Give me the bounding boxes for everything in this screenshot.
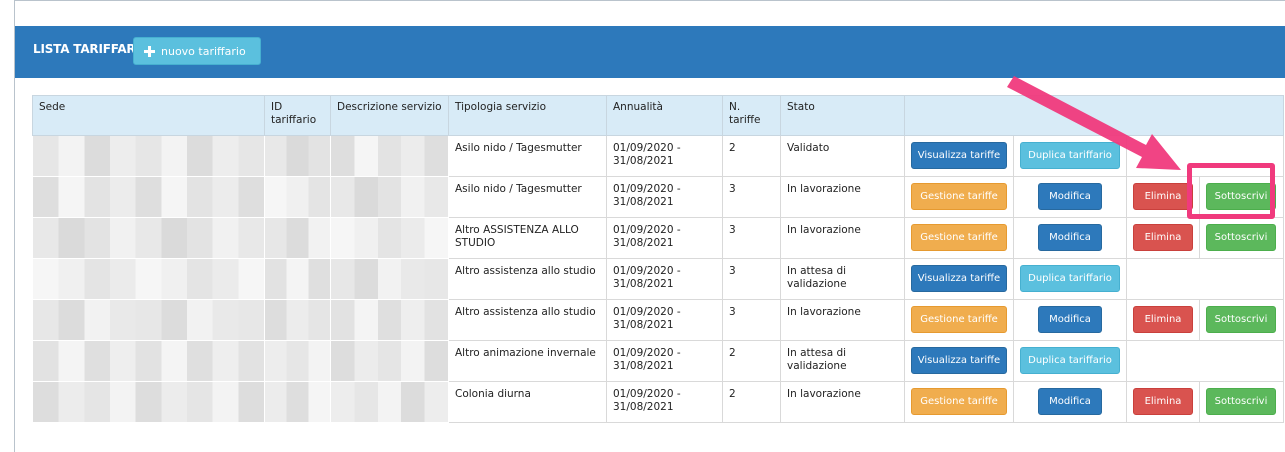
modifica-button[interactable]: Modifica [1038, 388, 1102, 415]
panel-header: LISTA TARIFFARI nuovo tariffario [15, 26, 1285, 78]
annualita-cell: 01/09/2020 - 31/08/2021 [606, 176, 723, 218]
elimina-button[interactable]: Elimina [1133, 306, 1193, 333]
visualizza-tariffe-button[interactable]: Visualizza tariffe [911, 265, 1007, 292]
sede-cell-redacted [32, 299, 265, 341]
n-tariffe-cell: 3 [722, 217, 781, 259]
stato-cell: In lavorazione [780, 176, 905, 218]
table-row: Asilo nido / Tagesmutter 01/09/2020 - 31/… [32, 135, 1284, 177]
tipologia-cell: Altro assistenza allo studio [448, 299, 607, 341]
table-row: Altro assistenza allo studio 01/09/2020 -… [32, 299, 1284, 341]
n-tariffe-cell: 2 [722, 340, 781, 382]
descrizione-cell-redacted [330, 217, 449, 259]
modifica-button[interactable]: Modifica [1038, 306, 1102, 333]
duplica-tariffario-button[interactable]: Duplica tariffario [1020, 347, 1120, 374]
tipologia-cell: Altro animazione invernale [448, 340, 607, 382]
descrizione-cell-redacted [330, 135, 449, 177]
modifica-button[interactable]: Modifica [1038, 224, 1102, 251]
sede-cell-redacted [32, 381, 265, 423]
stato-cell: In attesa di validazione [780, 258, 905, 300]
header-sede: Sede [32, 95, 265, 136]
panel-title: LISTA TARIFFARI [33, 42, 140, 56]
visualizza-tariffe-button[interactable]: Visualizza tariffe [911, 347, 1007, 374]
tipologia-cell: Colonia diurna [448, 381, 607, 423]
annualita-cell: 01/09/2020 - 31/08/2021 [606, 135, 723, 177]
header-descrizione: Descrizione servizio [330, 95, 449, 136]
header-id-tariffario: ID tariffario [264, 95, 331, 136]
n-tariffe-cell: 3 [722, 176, 781, 218]
annualita-cell: 01/09/2020 - 31/08/2021 [606, 340, 723, 382]
sede-cell-redacted [32, 340, 265, 382]
header-tipologia: Tipologia servizio [448, 95, 607, 136]
gestione-tariffe-button[interactable]: Gestione tariffe [911, 388, 1007, 415]
n-tariffe-cell: 2 [722, 135, 781, 177]
stato-cell: Validato [780, 135, 905, 177]
annualita-cell: 01/09/2020 - 31/08/2021 [606, 217, 723, 259]
annualita-cell: 01/09/2020 - 31/08/2021 [606, 258, 723, 300]
id-cell-redacted [264, 258, 331, 300]
duplica-tariffario-button[interactable]: Duplica tariffario [1020, 142, 1120, 169]
id-cell-redacted [264, 135, 331, 177]
sede-cell-redacted [32, 135, 265, 177]
empty-action-cell [1126, 340, 1284, 382]
gestione-tariffe-button[interactable]: Gestione tariffe [911, 183, 1007, 210]
annualita-cell: 01/09/2020 - 31/08/2021 [606, 381, 723, 423]
id-cell-redacted [264, 217, 331, 259]
n-tariffe-cell: 3 [722, 299, 781, 341]
header-n-tariffe: N. tariffe [722, 95, 781, 136]
modifica-button[interactable]: Modifica [1038, 183, 1102, 210]
table-row: Altro animazione invernale 01/09/2020 - 3… [32, 340, 1284, 382]
tipologia-cell: Altro ASSISTENZA ALLO STUDIO [448, 217, 607, 259]
visualizza-tariffe-button[interactable]: Visualizza tariffe [911, 142, 1007, 169]
new-tariff-label: nuovo tariffario [161, 44, 246, 58]
stato-cell: In lavorazione [780, 217, 905, 259]
descrizione-cell-redacted [330, 299, 449, 341]
tipologia-cell: Asilo nido / Tagesmutter [448, 135, 607, 177]
id-cell-redacted [264, 381, 331, 423]
empty-action-cell [1126, 135, 1284, 177]
id-cell-redacted [264, 299, 331, 341]
table-row: Colonia diurna 01/09/2020 - 31/08/2021 2 In… [32, 381, 1284, 423]
table-header-row: Sede ID tariffario Descrizione servizio … [32, 95, 1284, 136]
sottoscrivi-button[interactable]: Sottoscrivi [1206, 388, 1276, 415]
n-tariffe-cell: 2 [722, 381, 781, 423]
descrizione-cell-redacted [330, 258, 449, 300]
sede-cell-redacted [32, 217, 265, 259]
n-tariffe-cell: 3 [722, 258, 781, 300]
descrizione-cell-redacted [330, 176, 449, 218]
stato-cell: In lavorazione [780, 381, 905, 423]
header-annualita: Annualità [606, 95, 723, 136]
sede-cell-redacted [32, 176, 265, 218]
id-cell-redacted [264, 176, 331, 218]
annualita-cell: 01/09/2020 - 31/08/2021 [606, 299, 723, 341]
descrizione-cell-redacted [330, 381, 449, 423]
table-row: Altro ASSISTENZA ALLO STUDIO 01/09/2020 -… [32, 217, 1284, 259]
stato-cell: In attesa di validazione [780, 340, 905, 382]
gestione-tariffe-button[interactable]: Gestione tariffe [911, 306, 1007, 333]
new-tariff-button[interactable]: nuovo tariffario [133, 37, 261, 65]
table-row: Asilo nido / Tagesmutter 01/09/2020 - 31/… [32, 176, 1284, 218]
elimina-button[interactable]: Elimina [1133, 183, 1193, 210]
sede-cell-redacted [32, 258, 265, 300]
stato-cell: In lavorazione [780, 299, 905, 341]
tariff-table: Sede ID tariffario Descrizione servizio … [32, 95, 1284, 423]
elimina-button[interactable]: Elimina [1133, 388, 1193, 415]
id-cell-redacted [264, 340, 331, 382]
header-actions [904, 95, 1284, 136]
table-row: Altro assistenza allo studio 01/09/2020 -… [32, 258, 1284, 300]
header-stato: Stato [780, 95, 905, 136]
empty-action-cell [1126, 258, 1284, 300]
elimina-button[interactable]: Elimina [1133, 224, 1193, 251]
sottoscrivi-button[interactable]: Sottoscrivi [1206, 306, 1276, 333]
gestione-tariffe-button[interactable]: Gestione tariffe [911, 224, 1007, 251]
sottoscrivi-button[interactable]: Sottoscrivi [1206, 183, 1276, 210]
plus-icon [144, 45, 155, 57]
tipologia-cell: Altro assistenza allo studio [448, 258, 607, 300]
descrizione-cell-redacted [330, 340, 449, 382]
sottoscrivi-button[interactable]: Sottoscrivi [1206, 224, 1276, 251]
tipologia-cell: Asilo nido / Tagesmutter [448, 176, 607, 218]
duplica-tariffario-button[interactable]: Duplica tariffario [1020, 265, 1120, 292]
